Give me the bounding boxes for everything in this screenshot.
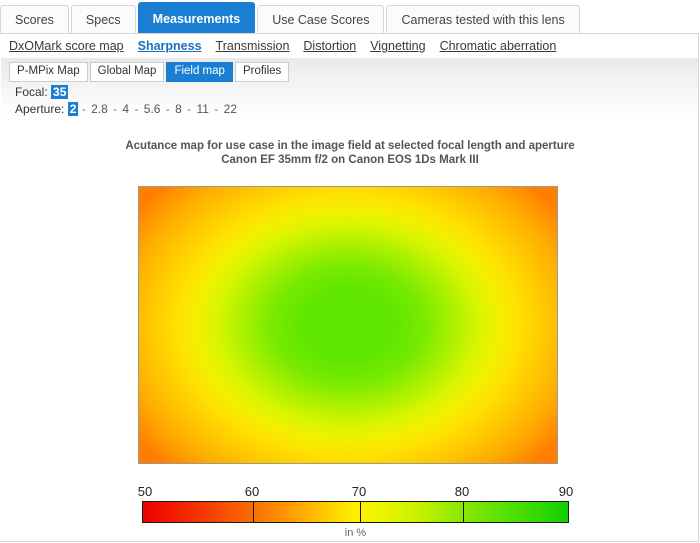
aperture-value-8[interactable]: 8	[173, 102, 184, 116]
legend-tick-50: 50	[137, 484, 153, 499]
view-mode-tabs: P-MPix Map Global Map Field map Profiles	[9, 62, 291, 82]
aperture-separator: -	[78, 102, 90, 116]
legend-tick-80: 80	[454, 484, 470, 499]
tab-specs[interactable]: Specs	[70, 5, 136, 34]
legend-tick-70: 70	[351, 484, 367, 499]
subnav-link-sharpness[interactable]: Sharpness	[138, 39, 202, 53]
acutance-field-map[interactable]	[138, 186, 558, 464]
subnav-link-transmission[interactable]: Transmission	[216, 39, 290, 53]
aperture-separator: -	[183, 102, 195, 116]
control-strip: P-MPix Map Global Map Field map Profiles…	[1, 58, 698, 116]
focal-label: Focal:	[15, 85, 48, 99]
focal-value-35[interactable]: 35	[51, 85, 69, 99]
legend-tick-60: 60	[244, 484, 260, 499]
aperture-value-22[interactable]: 22	[222, 102, 239, 116]
aperture-separator: -	[210, 102, 222, 116]
tab-measurements[interactable]: Measurements	[137, 2, 256, 34]
aperture-separator: -	[109, 102, 121, 116]
view-tab-field-map[interactable]: Field map	[166, 62, 233, 82]
aperture-separator: -	[131, 102, 142, 116]
aperture-label: Aperture:	[15, 102, 65, 116]
tab-use-case-scores[interactable]: Use Case Scores	[257, 5, 385, 34]
legend-divider-70	[360, 502, 361, 522]
aperture-value-5-6[interactable]: 5.6	[142, 102, 163, 116]
color-legend: 50 60 70 80 90 in %	[138, 484, 573, 539]
measurement-subnav: DxOMark score map Sharpness Transmission…	[9, 39, 556, 53]
subnav-link-dxomark-score-map[interactable]: DxOMark score map	[9, 39, 124, 53]
subnav-link-chromatic-aberration[interactable]: Chromatic aberration	[440, 39, 557, 53]
view-tab-p-mpix-map[interactable]: P-MPix Map	[9, 62, 88, 82]
tab-cameras-tested[interactable]: Cameras tested with this lens	[386, 5, 580, 34]
aperture-value-11[interactable]: 11	[195, 102, 211, 116]
chart-subtitle: Canon EF 35mm f/2 on Canon EOS 1Ds Mark …	[221, 154, 479, 166]
legend-tick-90: 90	[558, 484, 574, 499]
tab-scores[interactable]: Scores	[0, 5, 69, 34]
aperture-value-2[interactable]: 2	[67, 102, 79, 116]
chart-title-block: Acutance map for use case in the image f…	[0, 139, 700, 167]
legend-tick-labels: 50 60 70 80 90	[138, 484, 573, 501]
primary-tab-bar: Scores Specs Measurements Use Case Score…	[0, 0, 700, 34]
legend-divider-80	[463, 502, 464, 522]
focal-selector-row: Focal: 35	[15, 85, 69, 99]
aperture-value-4[interactable]: 4	[120, 102, 131, 116]
subnav-link-distortion[interactable]: Distortion	[303, 39, 356, 53]
view-tab-global-map[interactable]: Global Map	[89, 62, 165, 82]
aperture-selector-row: Aperture: 2 - 2.8 - 4 - 5.6 - 8 - 11 - 2…	[15, 102, 239, 116]
aperture-separator: -	[162, 102, 174, 116]
legend-gradient-bar	[142, 501, 569, 523]
chart-title: Acutance map for use case in the image f…	[125, 140, 575, 152]
view-tab-profiles[interactable]: Profiles	[234, 62, 290, 82]
legend-divider-60	[253, 502, 254, 522]
subnav-link-vignetting[interactable]: Vignetting	[370, 39, 425, 53]
legend-unit-label: in %	[344, 527, 367, 539]
aperture-value-2-8[interactable]: 2.8	[89, 102, 110, 116]
